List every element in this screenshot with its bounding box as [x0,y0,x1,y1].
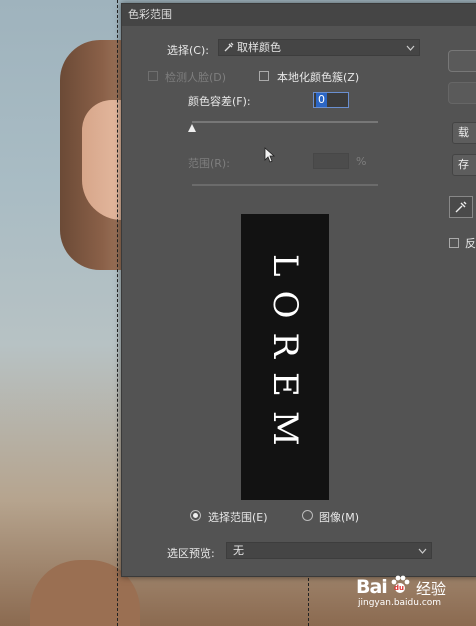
chevron-down-icon [418,548,427,554]
watermark-brand-cn: 经验 [416,580,447,598]
chevron-down-icon [406,45,415,51]
watermark-brand-a: Bai [356,576,388,598]
dialog-title[interactable]: 色彩范围 [122,4,476,26]
baidu-watermark: Bai du 经验 jingyan.baidu.com [356,574,466,614]
color-range-dialog: 色彩范围 选择(C): 取样颜色 检测人脸(D) 本地化颜色簇(Z) 颜色容差(… [121,3,476,577]
range-input[interactable] [313,153,349,169]
watermark-url: jingyan.baidu.com [358,598,442,608]
eyedropper-tool-button[interactable] [449,196,473,218]
range-slider-track[interactable] [192,184,378,186]
radio-image[interactable] [302,510,313,521]
invert-label: 反 [465,237,476,250]
selection-preview-dropdown[interactable]: 无 [226,542,432,559]
selection-preview-value: 无 [233,544,244,557]
select-value: 取样颜色 [237,41,281,54]
fuzziness-input[interactable]: 0 [313,92,349,108]
selection-marquee-bottom [308,578,309,626]
select-label: 选择(C): [167,44,209,57]
fuzziness-slider-track[interactable] [192,121,378,123]
radio-selection-label: 选择范围(E) [208,511,268,524]
range-unit: % [356,155,367,168]
selection-marquee-left [117,0,118,626]
save-button[interactable]: 存 [452,154,476,176]
detect-faces-checkbox[interactable] [148,71,158,81]
eyedropper-icon [224,42,234,52]
preview-text: LOREM [265,254,305,460]
mouse-cursor-icon [264,147,276,163]
watermark-brand-b: du [394,584,404,592]
cancel-button[interactable] [448,82,476,104]
range-label: 范围(R): [188,157,230,170]
localized-clusters-checkbox[interactable] [259,71,269,81]
fuzziness-label: 颜色容差(F): [188,95,251,108]
load-button[interactable]: 载 [452,122,476,144]
fuzziness-slider-handle[interactable] [188,124,196,132]
selection-preview-label: 选区预览: [167,547,215,560]
invert-checkbox[interactable] [449,238,459,248]
radio-selection[interactable] [190,510,201,521]
fuzziness-value: 0 [316,93,327,107]
radio-image-label: 图像(M) [319,511,360,524]
ok-button[interactable] [448,50,476,72]
select-dropdown[interactable]: 取样颜色 [218,39,420,56]
eyedropper-icon [455,201,467,213]
localized-clusters-label: 本地化颜色簇(Z) [277,71,360,84]
selection-preview-area[interactable]: LOREM [241,214,329,500]
detect-faces-label: 检测人脸(D) [165,71,227,84]
